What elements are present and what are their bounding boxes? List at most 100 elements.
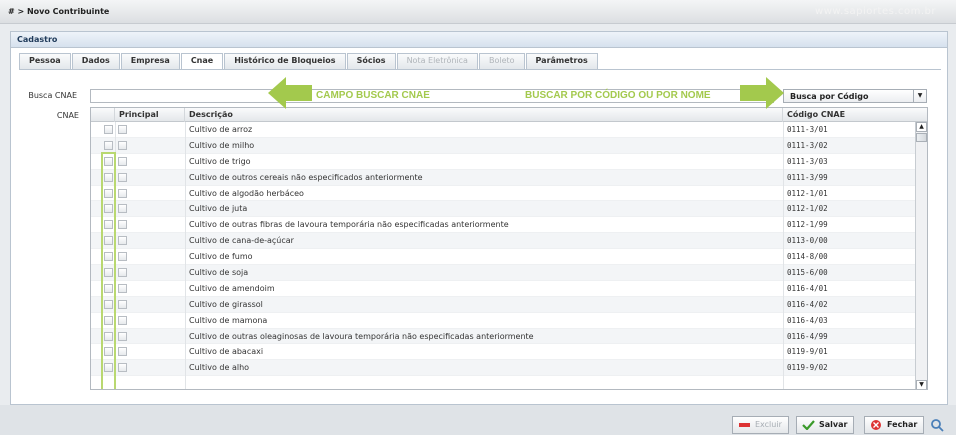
chevron-down-icon[interactable]: ▼ xyxy=(913,90,926,102)
cnae-code: 0111-3/03 xyxy=(787,156,828,166)
table-row[interactable]: Cultivo de soja 0115-6/00 xyxy=(91,265,917,281)
cnae-code: 0111-3/99 xyxy=(787,172,828,182)
table-row[interactable]: Cultivo de trigo 0111-3/03 xyxy=(91,154,917,170)
cnae-description: Cultivo de outros cereais não especifica… xyxy=(189,172,423,182)
cnae-code: 0114-8/00 xyxy=(787,252,828,262)
tab-historico-de-bloqueios[interactable]: Histórico de Bloqueios xyxy=(224,53,346,69)
table-row[interactable]: Cultivo de amendoim 0116-4/01 xyxy=(91,281,917,297)
close-button[interactable]: Fechar xyxy=(864,416,925,434)
top-bar: # > Novo Contribuinte www.sapiortes.com.… xyxy=(0,0,956,24)
column-divider xyxy=(115,122,116,389)
principal-checkbox[interactable] xyxy=(118,188,127,198)
search-mode-select[interactable]: Busca por Código ▼ xyxy=(783,89,927,103)
select-checkbox[interactable] xyxy=(104,331,113,341)
tab-empresa[interactable]: Empresa xyxy=(120,53,180,69)
cnae-code: 0113-0/00 xyxy=(787,236,828,246)
principal-checkbox[interactable] xyxy=(118,140,127,150)
select-checkbox[interactable] xyxy=(104,315,113,325)
principal-checkbox[interactable] xyxy=(118,299,127,309)
table-row[interactable]: Cultivo de algodão herbáceo 0112-1/01 xyxy=(91,186,917,202)
tab-divider xyxy=(19,69,941,70)
principal-checkbox[interactable] xyxy=(118,331,127,341)
grid-header-codigo[interactable]: Código CNAE xyxy=(783,108,917,122)
cnae-grid: Principal Descrição Código CNAE Cultivo … xyxy=(90,107,928,390)
select-checkbox[interactable] xyxy=(104,236,113,246)
scroll-up-icon[interactable]: ▲ xyxy=(916,122,927,132)
principal-checkbox[interactable] xyxy=(118,236,127,246)
tab-dados[interactable]: Dados xyxy=(71,53,120,69)
select-checkbox[interactable] xyxy=(104,140,113,150)
table-row[interactable]: Cultivo de alho 0119-9/02 xyxy=(91,360,917,377)
principal-checkbox[interactable] xyxy=(118,283,127,293)
table-row[interactable]: Cultivo de arroz 0111-3/01 xyxy=(91,122,917,138)
cnae-description: Cultivo de abacaxi xyxy=(189,347,264,357)
grid-header-checkbox xyxy=(91,108,115,122)
cnae-description: Cultivo de trigo xyxy=(189,156,251,166)
principal-checkbox[interactable] xyxy=(118,252,127,262)
table-row[interactable]: Cultivo de fumo 0114-8/00 xyxy=(91,249,917,266)
search-icon[interactable] xyxy=(930,418,944,432)
principal-checkbox[interactable] xyxy=(118,204,127,214)
cnae-code: 0115-6/00 xyxy=(787,268,828,278)
principal-checkbox[interactable] xyxy=(118,315,127,325)
tab-cnae[interactable]: Cnae xyxy=(180,53,224,70)
tab-parametros[interactable]: Parâmetros xyxy=(525,53,598,69)
select-checkbox[interactable] xyxy=(104,268,113,278)
cnae-code: 0112-1/99 xyxy=(787,220,828,230)
cnae-description: Cultivo de cana-de-açúcar xyxy=(189,236,294,246)
table-row[interactable]: Cultivo de girassol 0116-4/02 xyxy=(91,296,917,313)
cnae-description: Cultivo de outras fibras de lavoura temp… xyxy=(189,220,509,230)
table-row[interactable]: Cultivo de outros cereais não especifica… xyxy=(91,169,917,186)
principal-checkbox[interactable] xyxy=(118,268,127,278)
select-checkbox[interactable] xyxy=(104,347,113,357)
select-checkbox[interactable] xyxy=(104,204,113,214)
table-row[interactable]: Cultivo de milho 0111-3/02 xyxy=(91,137,917,154)
cnae-description: Cultivo de juta xyxy=(189,204,248,214)
save-button[interactable]: Salvar xyxy=(796,416,855,434)
scroll-thumb[interactable] xyxy=(916,133,927,142)
annotation-search-mode: BUSCAR POR CÓDIGO OU POR NOME xyxy=(525,90,711,101)
left-arrow-icon xyxy=(268,77,312,109)
table-row[interactable]: Cultivo de outras fibras de lavoura temp… xyxy=(91,217,917,234)
cnae-description: Cultivo de soja xyxy=(189,268,249,278)
select-checkbox[interactable] xyxy=(104,299,113,309)
select-checkbox[interactable] xyxy=(104,156,113,166)
scroll-down-icon[interactable]: ▼ xyxy=(916,380,927,389)
cnae-code: 0116-4/02 xyxy=(787,299,828,309)
tab-socios[interactable]: Sócios xyxy=(346,53,396,69)
cnae-code: 0116-4/99 xyxy=(787,331,828,341)
grid-header-principal[interactable]: Principal xyxy=(115,108,185,122)
principal-checkbox[interactable] xyxy=(118,363,127,373)
select-checkbox[interactable] xyxy=(104,283,113,293)
panel-title: Cadastro xyxy=(11,32,947,48)
grid-header: Principal Descrição Código CNAE xyxy=(91,108,927,122)
select-checkbox[interactable] xyxy=(104,220,113,230)
table-row[interactable]: Cultivo de juta 0112-1/02 xyxy=(91,201,917,218)
principal-checkbox[interactable] xyxy=(118,125,127,134)
table-row[interactable]: Cultivo de mamona 0116-4/03 xyxy=(91,313,917,329)
grid-scrollbar[interactable]: ▲ ▼ xyxy=(915,122,927,389)
select-checkbox[interactable] xyxy=(104,172,113,182)
cnae-description: Cultivo de mamona xyxy=(189,315,268,325)
select-checkbox[interactable] xyxy=(104,125,113,134)
select-checkbox[interactable] xyxy=(104,363,113,373)
watermark: www.sapiortes.com.br xyxy=(815,6,936,17)
tab-nota-eletronica[interactable]: Nota Eletrônica xyxy=(396,53,478,69)
cnae-code: 0116-4/03 xyxy=(787,315,828,325)
tab-pessoa[interactable]: Pessoa xyxy=(19,53,71,69)
cnae-label: CNAE xyxy=(56,111,79,120)
principal-checkbox[interactable] xyxy=(118,156,127,166)
cnae-code: 0111-3/02 xyxy=(787,140,828,150)
principal-checkbox[interactable] xyxy=(118,347,127,357)
select-checkbox[interactable] xyxy=(104,188,113,198)
table-row[interactable]: Cultivo de abacaxi 0119-9/01 xyxy=(91,344,917,361)
principal-checkbox[interactable] xyxy=(118,220,127,230)
table-row[interactable]: Cultivo de cana-de-açúcar 0113-0/00 xyxy=(91,233,917,250)
table-row[interactable]: Cultivo de outras oleaginosas de lavoura… xyxy=(91,328,917,345)
delete-button[interactable]: Excluir xyxy=(732,416,789,434)
select-checkbox[interactable] xyxy=(104,252,113,262)
principal-checkbox[interactable] xyxy=(118,172,127,182)
grid-header-descricao[interactable]: Descrição xyxy=(185,108,783,122)
column-divider xyxy=(783,122,784,389)
tab-boleto[interactable]: Boleto xyxy=(478,53,525,69)
